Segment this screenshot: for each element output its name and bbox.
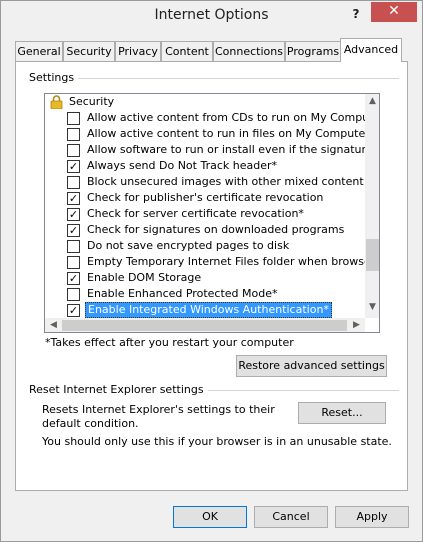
setting-label: Always send Do Not Track header* [87, 159, 278, 172]
category-security: Security [45, 94, 370, 110]
setting-checkbox[interactable] [67, 240, 80, 253]
scroll-right-icon[interactable]: ▶ [349, 320, 364, 330]
reset-group-divider [193, 390, 399, 391]
reset-group-label: Reset Internet Explorer settings [29, 383, 208, 396]
setting-label: Check for publisher's certificate revoca… [87, 191, 324, 204]
setting-label: Allow software to run or install even if… [87, 143, 370, 156]
tab-advanced[interactable]: Advanced [340, 38, 402, 62]
setting-row[interactable]: Allow active content to run in files on … [45, 126, 370, 142]
setting-checkbox[interactable]: ✓ [67, 208, 80, 221]
setting-label: Block unsecured images with other mixed … [87, 175, 364, 188]
vertical-scroll-thumb[interactable] [366, 239, 379, 271]
tab-programs[interactable]: Programs [285, 41, 341, 61]
setting-checkbox[interactable] [67, 176, 80, 189]
setting-label: Enable Integrated Windows Authentication… [85, 302, 332, 318]
vertical-scrollbar[interactable]: ▲ ▼ [365, 94, 379, 318]
horizontal-scrollbar[interactable]: ◀ ▶ [45, 318, 365, 332]
setting-row[interactable]: Allow software to run or install even if… [45, 142, 370, 158]
horizontal-scroll-thumb[interactable] [62, 320, 347, 331]
ok-button[interactable]: OK [173, 506, 247, 528]
setting-label: Enable Enhanced Protected Mode* [87, 287, 278, 300]
cancel-button[interactable]: Cancel [254, 506, 328, 528]
lock-icon [50, 95, 63, 110]
setting-checkbox[interactable]: ✓ [67, 224, 80, 237]
reset-button[interactable]: Reset... [298, 402, 386, 424]
setting-checkbox[interactable]: ✓ [67, 272, 80, 285]
tab-connections[interactable]: Connections [213, 41, 285, 61]
setting-row[interactable]: ✓ Always send Do Not Track header* [45, 158, 370, 174]
setting-row[interactable]: Block unsecured images with other mixed … [45, 174, 370, 190]
tab-privacy[interactable]: Privacy [115, 41, 161, 61]
setting-checkbox[interactable] [67, 128, 80, 141]
setting-row[interactable]: Enable Enhanced Protected Mode* [45, 286, 370, 302]
restart-note: *Takes effect after you restart your com… [45, 336, 294, 349]
tab-security[interactable]: Security [63, 41, 115, 61]
setting-checkbox[interactable] [67, 144, 80, 157]
help-button[interactable]: ? [345, 4, 367, 24]
tab-content[interactable]: Content [161, 41, 213, 61]
setting-row[interactable]: ✓ Enable DOM Storage [45, 270, 370, 286]
setting-row[interactable]: ✓ Check for publisher's certificate revo… [45, 190, 370, 206]
setting-checkbox[interactable] [67, 112, 80, 125]
setting-row[interactable]: Do not save encrypted pages to disk [45, 238, 370, 254]
setting-checkbox[interactable] [67, 288, 80, 301]
setting-checkbox[interactable] [67, 256, 80, 269]
close-button[interactable]: ✕ [371, 2, 417, 22]
setting-label: Check for signatures on downloaded progr… [87, 223, 345, 236]
internet-options-dialog: Internet Options ? ✕ General Security Pr… [0, 0, 423, 542]
settings-group-label: Settings [29, 71, 79, 84]
apply-button[interactable]: Apply [335, 506, 409, 528]
setting-label: Empty Temporary Internet Files folder wh… [87, 255, 370, 268]
settings-tree-list[interactable]: Security Allow active content from CDs t… [44, 93, 380, 333]
scroll-up-icon[interactable]: ▲ [365, 96, 379, 106]
category-label: Security [69, 95, 115, 108]
setting-label: Allow active content to run in files on … [87, 127, 370, 140]
scroll-left-icon[interactable]: ◀ [46, 320, 61, 330]
setting-label: Enable DOM Storage [87, 271, 202, 284]
restore-advanced-settings-button[interactable]: Restore advanced settings [236, 355, 387, 377]
scroll-down-icon[interactable]: ▼ [365, 302, 379, 312]
tab-general[interactable]: General [15, 41, 63, 61]
reset-warning: You should only use this if your browser… [42, 435, 392, 448]
setting-row[interactable]: Empty Temporary Internet Files folder wh… [45, 254, 370, 270]
title-bar: Internet Options ? ✕ [1, 1, 422, 31]
setting-row[interactable]: ✓ Check for server certificate revocatio… [45, 206, 370, 222]
settings-group-divider [71, 78, 399, 79]
setting-label: Do not save encrypted pages to disk [87, 239, 290, 252]
close-icon: ✕ [388, 3, 400, 19]
setting-row[interactable]: ✓ Check for signatures on downloaded pro… [45, 222, 370, 238]
setting-row[interactable]: Allow active content from CDs to run on … [45, 110, 370, 126]
setting-checkbox[interactable]: ✓ [67, 304, 80, 317]
setting-checkbox[interactable]: ✓ [67, 192, 80, 205]
setting-label: Allow active content from CDs to run on … [87, 111, 370, 124]
reset-description: Resets Internet Explorer's settings to t… [42, 403, 275, 430]
setting-row-selected[interactable]: ✓ Enable Integrated Windows Authenticati… [45, 302, 370, 318]
setting-checkbox[interactable]: ✓ [67, 160, 80, 173]
setting-label: Check for server certificate revocation* [87, 207, 304, 220]
